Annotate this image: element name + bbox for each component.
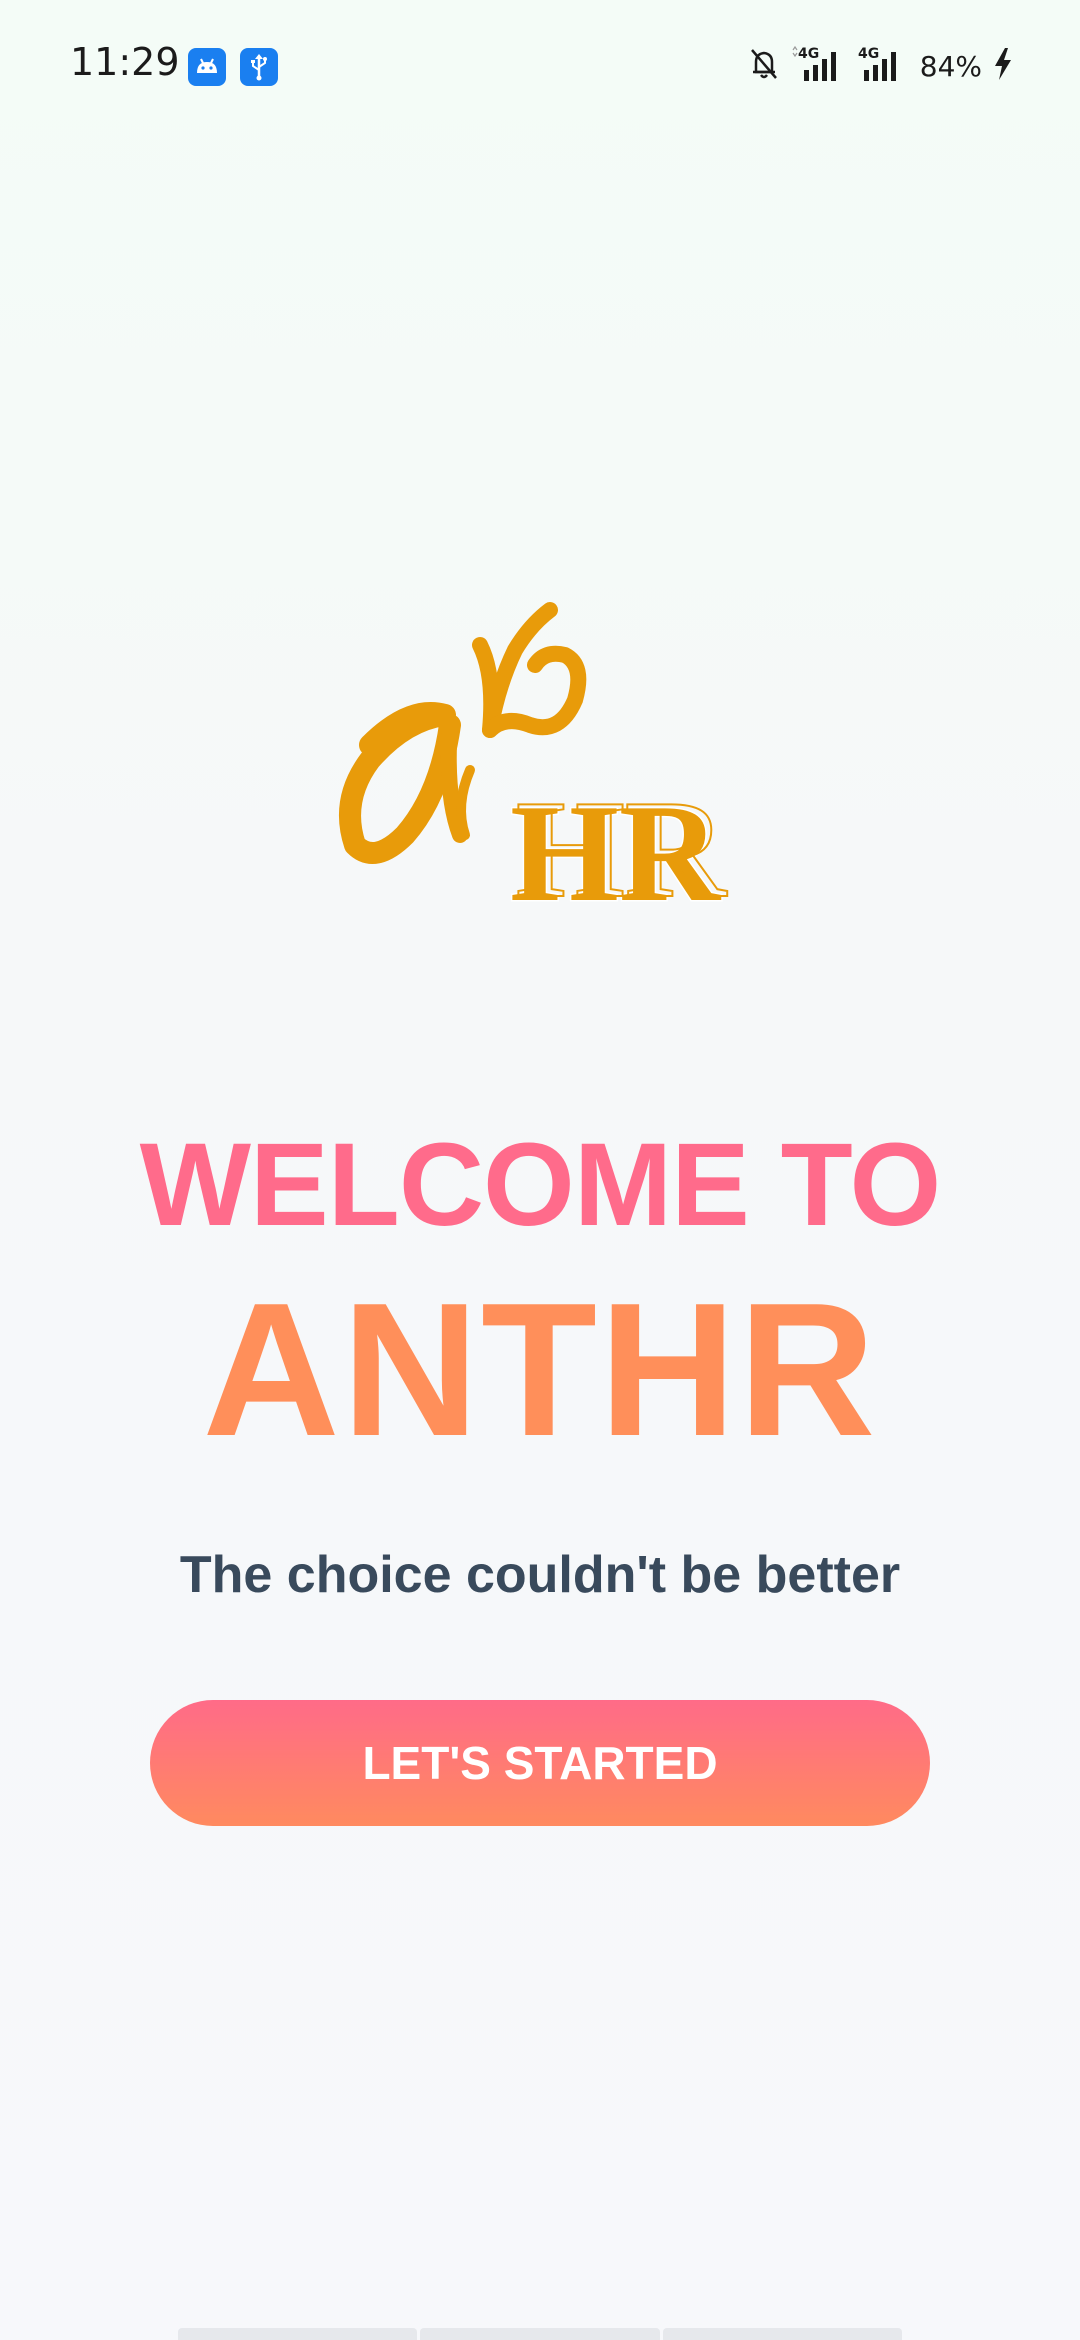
svg-text:HR: HR [516,772,728,925]
tagline: The choice couldn't be better [179,1546,901,1604]
lets-started-button[interactable]: LET'S STARTED [150,1700,930,1826]
signal-4g-icon: 4G [790,44,846,89]
welcome-heading: WELCOME TO [139,1119,942,1251]
usb-icon [240,48,278,86]
nav-handle-segment [178,2328,418,2340]
network-label-2: 4G [858,46,879,62]
nav-handle-segment [662,2328,902,2340]
signal-4g-icon: 4G [856,44,906,89]
brand-name: ANTHR [202,1264,878,1476]
battery-level: 84% [919,49,982,83]
charging-icon [992,46,1014,87]
nav-handle-segment [420,2328,660,2340]
android-icon [188,48,226,86]
status-icons: 4G 4G 84% [748,44,1014,88]
status-time: 11:29 [70,40,180,84]
mute-bell-icon [748,46,780,87]
anthr-logo: HR HR [330,565,760,933]
network-label-1: 4G [798,46,819,62]
lets-started-label: LET'S STARTED [362,1737,718,1789]
navigation-handle[interactable] [178,2328,902,2340]
status-bar: 11:29 4G 4G 84% [0,0,1080,132]
